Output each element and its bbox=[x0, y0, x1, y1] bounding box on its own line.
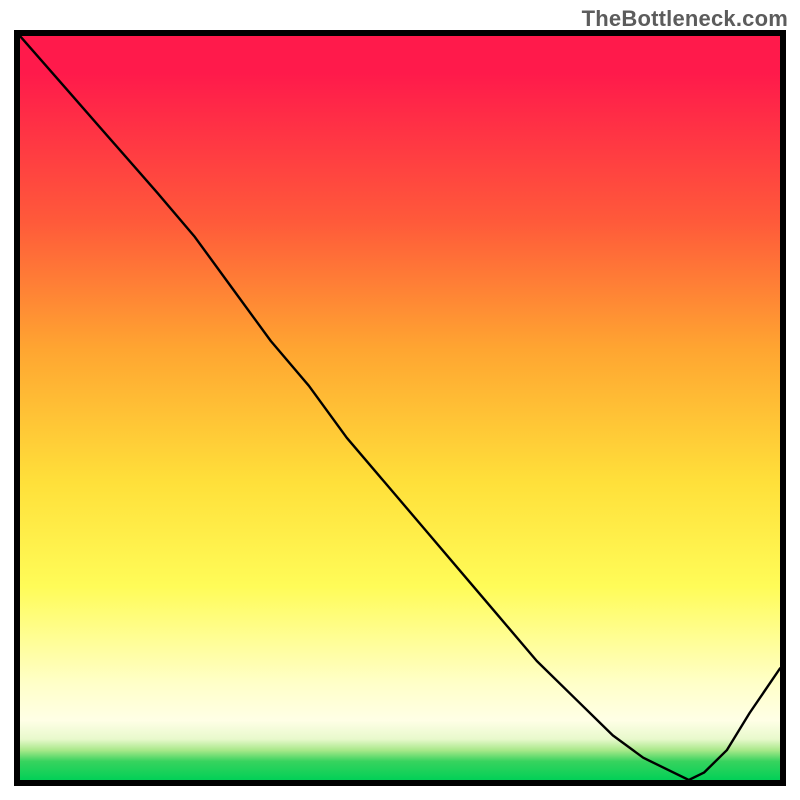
chart-line-curve bbox=[20, 36, 780, 780]
chart-plot-area bbox=[14, 30, 786, 786]
watermark-text: TheBottleneck.com bbox=[582, 6, 788, 32]
